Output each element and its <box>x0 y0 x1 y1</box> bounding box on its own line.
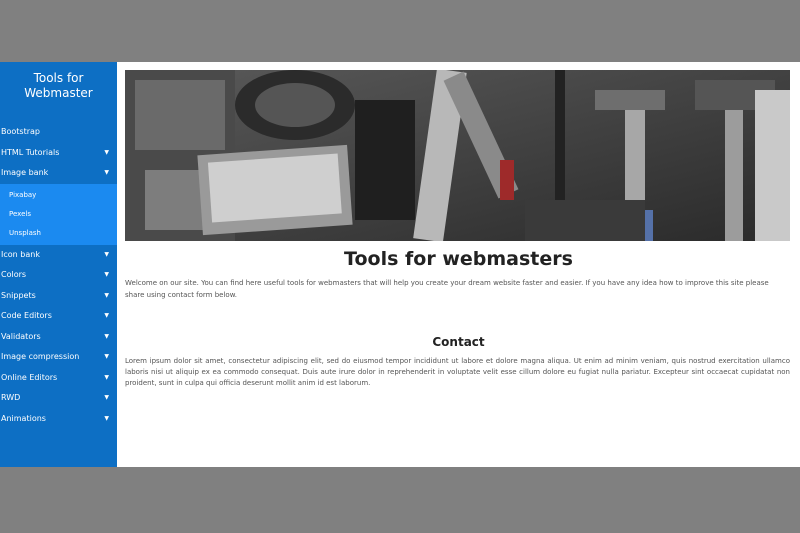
chevron-down-icon: ▼ <box>104 291 109 299</box>
chevron-down-icon: ▼ <box>104 250 109 258</box>
sidebar-item-online-editors[interactable]: Online Editors ▼ <box>0 368 117 389</box>
sidebar-item-animations[interactable]: Animations ▼ <box>0 409 117 430</box>
sidebar-item-bootstrap[interactable]: Bootstrap <box>0 122 117 143</box>
sidebar-item-label: Animations <box>1 413 46 423</box>
main-content: Tools for webmasters Welcome on our site… <box>117 62 800 467</box>
brand-title[interactable]: Tools for Webmaster <box>0 62 117 122</box>
sidebar-item-snippets[interactable]: Snippets ▼ <box>0 286 117 307</box>
chevron-down-icon: ▼ <box>104 271 109 278</box>
chevron-down-icon: ▼ <box>104 169 109 176</box>
intro-text: Welcome on our site. You can find here u… <box>125 279 769 299</box>
chevron-down-icon: ▼ <box>104 414 109 422</box>
sidebar-item-label: RWD <box>1 393 21 402</box>
contact-heading: Contact <box>432 335 485 349</box>
page-title: Tools for webmasters <box>344 248 573 270</box>
sidebar-item-label: Snippets <box>1 290 36 300</box>
hero-image <box>125 70 790 241</box>
chevron-down-icon: ▼ <box>104 394 109 401</box>
submenu-item-pexels[interactable]: Pexels <box>0 205 117 224</box>
sidebar-item-code-editors[interactable]: Code Editors ▼ <box>0 306 117 327</box>
chevron-down-icon: ▼ <box>104 353 109 360</box>
chevron-down-icon: ▼ <box>104 148 109 156</box>
sidebar-nav: Bootstrap HTML Tutorials ▼ Image bank ▼ Pixab… <box>0 122 117 429</box>
sidebar-item-label: Image compression <box>1 352 80 361</box>
sidebar-item-label: Image bank <box>1 168 49 177</box>
page-frame: Tools for Webmaster Bootstrap HTML Tutori… <box>0 62 800 467</box>
sidebar: Tools for Webmaster Bootstrap HTML Tutori… <box>0 62 117 467</box>
sidebar-item-label: Online Editors <box>1 372 58 382</box>
image-bank-submenu: Pixabay Pexels Unsplash <box>0 183 117 245</box>
sidebar-item-rwd[interactable]: RWD ▼ <box>0 388 117 409</box>
submenu-item-pixabay[interactable]: Pixabay <box>0 186 117 205</box>
sidebar-item-html-tutorials[interactable]: HTML Tutorials ▼ <box>0 143 117 164</box>
chevron-down-icon: ▼ <box>104 373 109 381</box>
sidebar-item-label: Colors <box>1 270 27 279</box>
sidebar-item-validators[interactable]: Validators ▼ <box>0 327 117 348</box>
sidebar-item-image-bank[interactable]: Image bank ▼ <box>0 163 117 184</box>
chevron-down-icon: ▼ <box>104 312 109 319</box>
submenu-item-unsplash[interactable]: Unsplash <box>0 224 117 243</box>
tools-photo-image <box>125 70 790 241</box>
sidebar-item-label: Bootstrap <box>1 127 40 136</box>
sidebar-item-colors[interactable]: Colors ▼ <box>0 265 117 286</box>
contact-text: Lorem ipsum dolor sit amet, consectetur … <box>125 357 790 387</box>
sidebar-item-label: Icon bank <box>1 249 40 259</box>
sidebar-item-image-compression[interactable]: Image compression ▼ <box>0 347 117 368</box>
sidebar-item-label: Code Editors <box>1 311 52 320</box>
sidebar-item-label: Validators <box>1 331 41 341</box>
sidebar-item-label: HTML Tutorials <box>1 147 60 157</box>
chevron-down-icon: ▼ <box>104 332 109 340</box>
sidebar-item-icon-bank[interactable]: Icon bank ▼ <box>0 245 117 266</box>
